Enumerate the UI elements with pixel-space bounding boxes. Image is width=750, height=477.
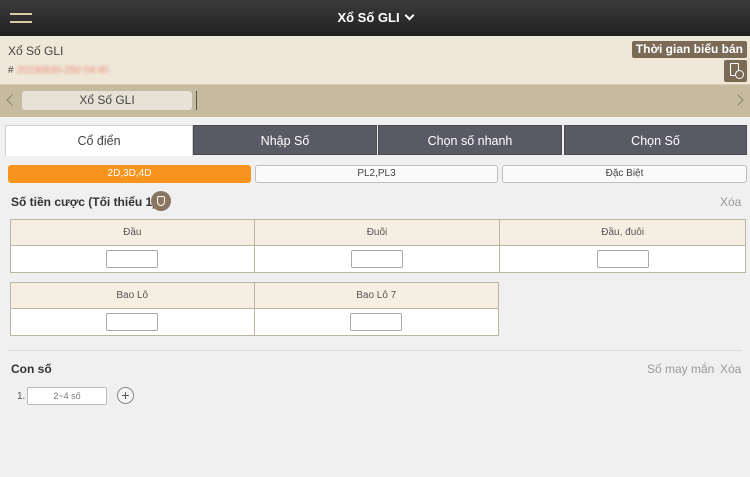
section-divider xyxy=(8,350,742,351)
chevron-down-icon xyxy=(404,10,415,21)
clear-numbers-link[interactable]: Xóa xyxy=(720,362,741,376)
bet-amount-table-1: Đầu Đuôi Đầu, đuôi xyxy=(10,219,746,273)
draw-info-bar: Xổ Số GLI #20230830-250 04:40 Thời gian … xyxy=(0,36,750,85)
tab-enter-number[interactable]: Nhập Số xyxy=(193,125,377,155)
draw-number: #20230830-250 04:40 xyxy=(8,65,109,76)
tab-quick-pick[interactable]: Chọn số nhanh xyxy=(378,125,562,155)
document-clock-icon[interactable] xyxy=(724,60,747,82)
table-cell xyxy=(253,308,499,336)
number-input[interactable] xyxy=(27,387,107,405)
table-cell xyxy=(10,245,255,273)
game-tab-xo-so-gli[interactable]: Xổ Số GLI xyxy=(22,91,192,110)
column-header-dau-duoi: Đầu, đuôi xyxy=(499,219,746,246)
bet-amount-table-2: Bao Lô Bao Lô 7 xyxy=(10,282,499,336)
app-title: Xổ Số GLI xyxy=(337,10,400,25)
dau-duoi-amount-input[interactable] xyxy=(596,249,649,268)
game-tab-bar: Xổ Số GLI xyxy=(0,85,750,117)
subtab-pl2-pl3[interactable]: PL2,PL3 xyxy=(255,165,498,183)
bao-lo-amount-input[interactable] xyxy=(106,312,159,331)
column-header-bao-lo: Bao Lô xyxy=(10,282,255,309)
money-bag-icon xyxy=(151,191,171,211)
bet-amount-label: Số tiền cược (Tối thiểu 1) xyxy=(11,195,157,209)
bet-panel: Cổ điển Nhập Số Chọn số nhanh Chọn Số 2D… xyxy=(0,117,750,477)
table-cell xyxy=(10,308,255,336)
column-header-dau: Đầu xyxy=(10,219,255,246)
game-name: Xổ Số GLI xyxy=(8,44,64,58)
sales-schedule-button[interactable]: Thời gian biểu bán xyxy=(631,41,747,58)
chevron-right-icon[interactable] xyxy=(732,94,744,106)
top-bar: Xổ Số GLI xyxy=(0,0,750,36)
tab-pick-number[interactable]: Chọn Số xyxy=(564,125,747,155)
number-row-index: 1. xyxy=(17,391,26,402)
bao-lo-7-amount-input[interactable] xyxy=(350,312,403,331)
column-header-duoi: Đuôi xyxy=(253,219,501,246)
clear-amount-link[interactable]: Xóa xyxy=(720,195,741,209)
table-cell xyxy=(253,245,501,273)
duoi-amount-input[interactable] xyxy=(350,249,403,268)
tab-divider xyxy=(196,91,197,110)
table-cell xyxy=(499,245,746,273)
dau-amount-input[interactable] xyxy=(106,249,159,268)
draw-number-value: 20230830-250 04:40 xyxy=(16,65,109,76)
lucky-number-link[interactable]: Số may mắn xyxy=(647,362,714,376)
game-selector[interactable]: Xổ Số GLI xyxy=(0,10,750,25)
subtab-special[interactable]: Đặc Biệt xyxy=(502,165,747,183)
numbers-label: Con số xyxy=(11,362,52,376)
column-header-bao-lo-7: Bao Lô 7 xyxy=(253,282,499,309)
tab-classic[interactable]: Cổ điển xyxy=(5,125,193,156)
add-number-button[interactable]: + xyxy=(117,387,134,404)
chevron-left-icon[interactable] xyxy=(6,94,18,106)
subtab-2d-3d-4d[interactable]: 2D,3D,4D xyxy=(8,165,251,183)
